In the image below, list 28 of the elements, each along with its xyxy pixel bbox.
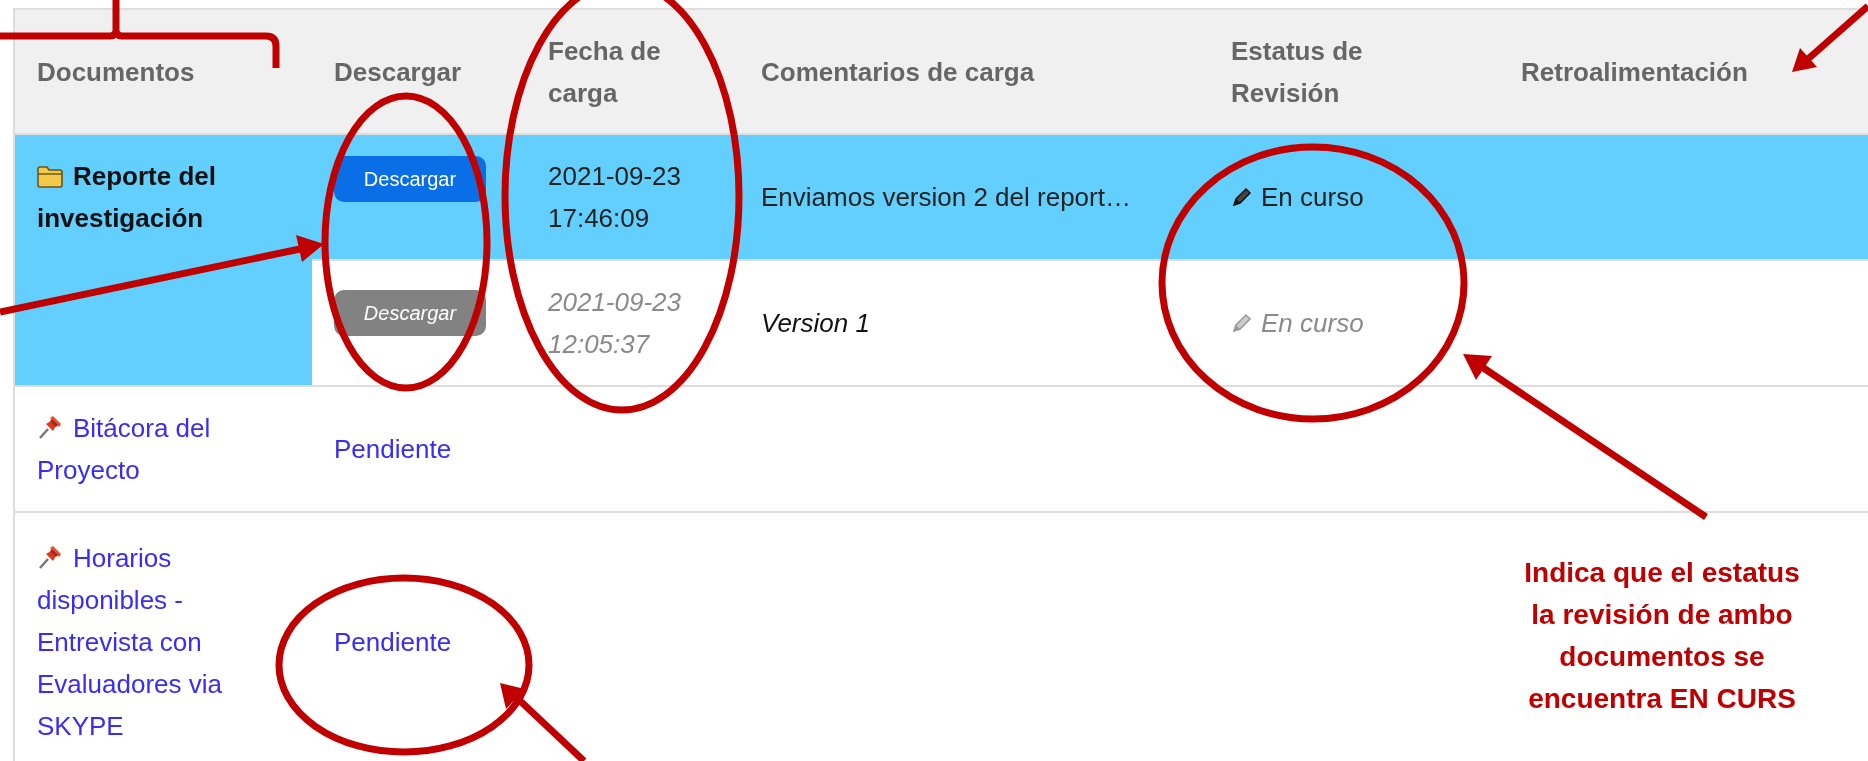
folder-icon	[37, 166, 63, 188]
download-button[interactable]: Descargar	[334, 290, 486, 336]
pushpin-icon	[37, 414, 63, 440]
pencil-icon	[1231, 186, 1253, 208]
annotation-text: la revisión de ambo	[1531, 598, 1793, 632]
document-title: Reporte del investigación	[37, 160, 218, 235]
document-link[interactable]: Bitácora del Proyecto	[37, 407, 290, 491]
column-header: Estatus de Revisión	[1231, 34, 1364, 110]
column-header: Retroalimentación	[1521, 55, 1748, 89]
column-header: Comentarios de carga	[761, 55, 1035, 89]
column-header: Documentos	[37, 55, 195, 89]
upload-date: 2021-09-23 12:05:37	[548, 286, 682, 361]
status-text: En curso	[1261, 307, 1364, 339]
download-button[interactable]: Descargar	[334, 156, 486, 202]
annotation-text: Indica que el estatus	[1524, 556, 1800, 590]
pushpin-icon	[37, 544, 63, 570]
document-link[interactable]: Horarios disponibles - Entrevista con Evaluadores via SKYPE	[37, 537, 290, 747]
status-text: En curso	[1261, 181, 1364, 213]
pending-link[interactable]: Pendiente	[334, 433, 452, 464]
column-header: Descargar	[334, 55, 462, 89]
column-header: Fecha de carga	[548, 34, 662, 110]
annotation-text: documentos se	[1559, 640, 1765, 674]
annotation-text: encuentra EN CURS	[1528, 682, 1796, 716]
upload-date: 2021-09-23 17:46:09	[548, 160, 682, 235]
pending-link[interactable]: Pendiente	[334, 627, 452, 657]
pencil-icon	[1231, 312, 1253, 334]
comment-text: Enviamos version 2 del report…	[761, 181, 1131, 213]
comment-text: Version 1	[761, 307, 870, 339]
